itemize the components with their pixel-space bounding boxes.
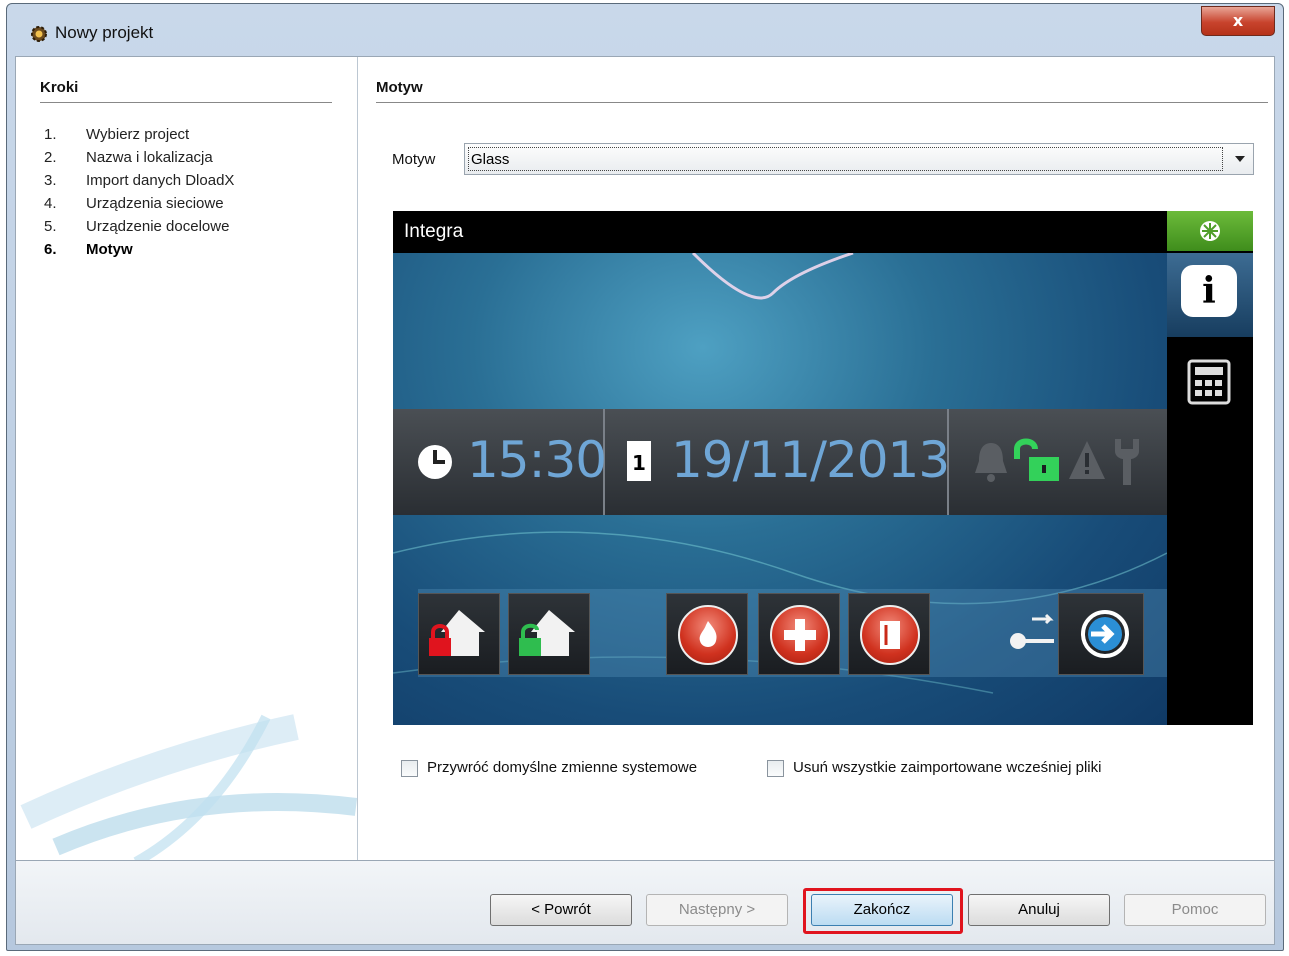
calendar-icon: 1 (627, 441, 651, 481)
snowflake-icon (1200, 221, 1220, 241)
bell-icon (975, 443, 1007, 482)
help-button[interactable]: Pomoc (1124, 894, 1266, 926)
title-bar: Nowy projekt x (7, 4, 1283, 56)
preview-scene: 15:30 1 19/11/2013 (393, 253, 1167, 725)
fire-icon (678, 605, 738, 665)
unlock-icon (1014, 438, 1059, 481)
panic-icon (860, 605, 920, 665)
theme-select[interactable]: Glass (464, 143, 1254, 175)
logout-button[interactable] (1058, 593, 1144, 675)
calculator-icon[interactable] (1187, 359, 1231, 405)
key-icon (1010, 613, 1054, 649)
side-top-tab (1167, 211, 1253, 251)
disarm-button[interactable] (508, 593, 590, 675)
decorative-swoosh (20, 714, 357, 860)
button-bar: < Powrót Następny > Zakończ Anuluj Pomoc (15, 861, 1275, 945)
close-button[interactable]: x (1201, 6, 1275, 36)
medical-cross-icon (770, 605, 830, 665)
info-icon: i (1181, 265, 1237, 317)
preview-time: 15:30 (467, 431, 607, 489)
preview-header: Integra (393, 211, 1167, 253)
steps-heading: Kroki (40, 79, 79, 96)
remove-imported-label: Usuń wszystkie zaimportowane wcześniej p… (793, 759, 1102, 776)
theme-preview: Integra 15:30 1 19/11/2013 i (393, 211, 1253, 725)
house-locked-icon (429, 610, 485, 656)
warning-icon (1069, 441, 1105, 479)
gear-icon (31, 26, 47, 42)
back-button[interactable]: < Powrót (490, 894, 632, 926)
logout-arrow-icon (1081, 610, 1129, 658)
preview-date: 19/11/2013 (671, 431, 950, 489)
arm-button[interactable] (418, 593, 500, 675)
panic-alarm-button[interactable] (848, 593, 930, 675)
theme-label: Motyw (392, 151, 436, 168)
next-button[interactable]: Następny > (646, 894, 788, 926)
section-heading-divider (376, 102, 1268, 103)
status-segment (949, 409, 1167, 515)
chevron-down-icon[interactable] (1235, 156, 1245, 162)
cancel-button[interactable]: Anuluj (968, 894, 1110, 926)
fire-alarm-button[interactable] (666, 593, 748, 675)
info-tab[interactable]: i (1167, 253, 1253, 337)
remove-imported-checkbox[interactable] (767, 760, 784, 777)
clock-icon (418, 445, 452, 479)
clock-bar: 15:30 1 19/11/2013 (393, 409, 1167, 515)
restore-defaults-checkbox[interactable] (401, 760, 418, 777)
section-heading: Motyw (376, 79, 423, 96)
medical-alarm-button[interactable] (758, 593, 840, 675)
client-area: Kroki 1. Wybierz project 2. Nazwa i lokali… (15, 56, 1275, 861)
house-unlocked-icon (519, 610, 575, 656)
steps-pane: Kroki 1. Wybierz project 2. Nazwa i lokali… (16, 57, 358, 860)
restore-defaults-label: Przywróć domyślne zmienne systemowe (427, 759, 698, 776)
dialog-window: Nowy projekt x Kroki 1. Wybierz project 2… (6, 3, 1284, 951)
finish-button[interactable]: Zakończ (811, 894, 953, 926)
steps-heading-divider (40, 102, 332, 103)
preview-sidebar: i (1167, 211, 1253, 725)
wrench-icon (1115, 439, 1139, 485)
window-title: Nowy projekt (55, 23, 154, 42)
date-segment: 1 19/11/2013 (605, 409, 950, 515)
theme-select-value: Glass (468, 147, 1223, 171)
time-segment: 15:30 (393, 409, 607, 515)
action-row (418, 589, 1167, 677)
